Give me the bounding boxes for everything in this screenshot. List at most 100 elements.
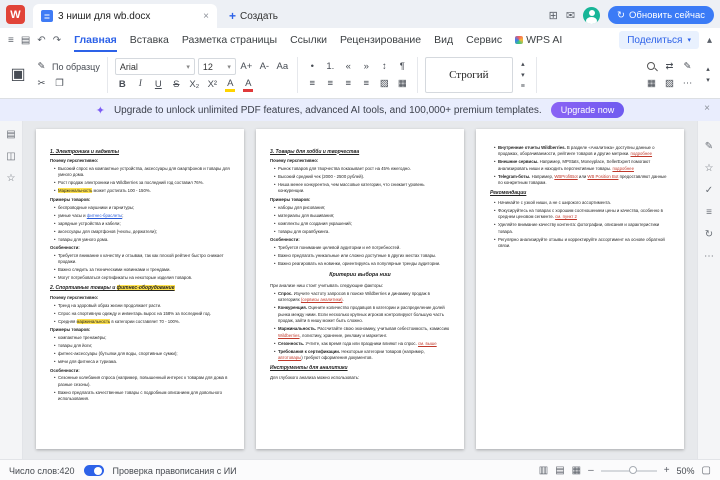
left-sidebar: ▤ ◫ ☆ xyxy=(0,121,23,459)
collapse-ribbon-icon[interactable]: ▴ xyxy=(707,35,712,46)
fullscreen-icon[interactable]: ▢ xyxy=(702,465,711,476)
wps-logo[interactable]: W xyxy=(6,5,25,24)
style-scroll-down-icon[interactable]: ▾ xyxy=(517,70,529,80)
doc-bullet: • Начинайте с узкой ниши, а не с широкого… xyxy=(494,199,611,205)
view-mode-read-icon[interactable]: ▥ xyxy=(539,465,548,476)
edit-mode-icon[interactable]: ✎ xyxy=(680,60,695,74)
fill-icon[interactable]: ▨ xyxy=(662,77,677,91)
align-center-icon[interactable]: ≡ xyxy=(323,77,338,91)
upgrade-now-button[interactable]: Upgrade now xyxy=(550,102,625,118)
undo-icon[interactable]: ↶ xyxy=(37,35,45,46)
font-color-icon[interactable]: A xyxy=(241,78,256,92)
bullet-marker: • xyxy=(494,236,496,242)
replace-icon[interactable]: ⇄ xyxy=(662,60,677,74)
ribbon-toolbar: ▣ ✎ По образцу ✂ ❐ Arial ▾ 12 ▾ A+ A- Aa… xyxy=(0,52,720,99)
subscript-icon[interactable]: X₂ xyxy=(187,78,202,92)
bold-icon[interactable]: B xyxy=(115,78,130,92)
document-tab-title: 3 ниши для wb.docx xyxy=(58,10,151,22)
toolbar-scroll-up-icon[interactable]: ▴ xyxy=(702,65,714,75)
zoom-level[interactable]: 50% xyxy=(677,466,695,476)
line-spacing-icon[interactable]: ↕ xyxy=(377,60,392,74)
borders-icon[interactable]: ▦ xyxy=(395,77,410,91)
format-painter-icon[interactable]: ✎ xyxy=(34,60,49,74)
style-gallery-item[interactable]: Строгий xyxy=(424,57,513,93)
doc-bullet: • мячи для фитнеса и туризма. xyxy=(54,359,118,365)
font-name-select[interactable]: Arial ▾ xyxy=(114,58,195,75)
decrease-indent-icon[interactable]: « xyxy=(341,60,356,74)
font-size-select[interactable]: 12 ▾ xyxy=(197,58,236,75)
grow-font-icon[interactable]: A+ xyxy=(239,60,254,74)
menu-item-6[interactable]: Сервис xyxy=(466,28,502,52)
comment-icon[interactable]: ✎ xyxy=(705,141,713,152)
document-page-3[interactable]: • Внутренние отчеты Wildberries. В раздел… xyxy=(476,129,684,449)
shading-icon[interactable]: ▨ xyxy=(377,77,392,91)
apps-grid-icon[interactable]: ⊞ xyxy=(549,9,558,22)
cut-icon[interactable]: ✂ xyxy=(34,77,49,91)
doc-paragraph: Почему перспективно: xyxy=(50,158,99,164)
zoom-in-icon[interactable]: + xyxy=(664,465,670,476)
superscript-icon[interactable]: X² xyxy=(205,78,220,92)
more-panel-icon[interactable]: ⋯ xyxy=(704,251,714,262)
table-icon[interactable]: ▦ xyxy=(644,77,659,91)
style-more-icon[interactable]: ≡ xyxy=(517,81,529,91)
document-tab[interactable]: ≣ 3 ниши для wb.docx × xyxy=(33,4,217,28)
menu-item-4[interactable]: Рецензирование xyxy=(340,28,421,52)
align-left-icon[interactable]: ≡ xyxy=(305,77,320,91)
upgrade-button[interactable]: ↻ Обновить сейчас xyxy=(608,6,714,24)
zoom-slider-knob[interactable] xyxy=(628,466,637,474)
paste-icon[interactable]: ▣ xyxy=(6,58,30,92)
zoom-slider[interactable] xyxy=(600,466,657,474)
banner-close-icon[interactable]: × xyxy=(704,103,710,114)
document-page-2[interactable]: 3. Товары для хобби и творчества Почему п… xyxy=(256,129,464,449)
numbered-list-icon[interactable]: 1. xyxy=(323,60,338,74)
navigation-icon[interactable]: ≡ xyxy=(706,207,712,218)
find-icon[interactable] xyxy=(644,60,659,74)
new-document-button[interactable]: + Создать xyxy=(229,9,278,23)
word-count[interactable]: Число слов:420 xyxy=(9,466,75,476)
outline-icon[interactable]: ☆ xyxy=(7,173,16,184)
change-case-icon[interactable]: Aa xyxy=(275,60,290,74)
bullet-list-icon[interactable]: • xyxy=(305,60,320,74)
align-right-icon[interactable]: ≡ xyxy=(341,77,356,91)
avatar[interactable] xyxy=(583,6,601,24)
message-icon[interactable]: ✉ xyxy=(566,9,575,22)
menu-item-2[interactable]: Разметка страницы xyxy=(182,28,277,52)
highlight-color-icon[interactable]: A xyxy=(223,78,238,92)
menu-item-3[interactable]: Ссылки xyxy=(290,28,327,52)
menu-item-0[interactable]: Главная xyxy=(74,28,117,52)
spellcheck-toggle[interactable] xyxy=(83,465,104,476)
strikethrough-icon[interactable]: S xyxy=(169,78,184,92)
menu-item-5[interactable]: Вид xyxy=(434,28,453,52)
underline-icon[interactable]: U xyxy=(151,78,166,92)
close-tab-icon[interactable]: × xyxy=(203,11,209,22)
menu-item-1[interactable]: Вставка xyxy=(130,28,169,52)
menu-item-7[interactable]: WPS AI xyxy=(515,28,562,52)
tasks-icon[interactable]: ✓ xyxy=(705,185,713,196)
format-painter-label[interactable]: По образцу xyxy=(52,62,100,72)
increase-indent-icon[interactable]: » xyxy=(359,60,374,74)
bullet-marker: • xyxy=(54,275,56,281)
document-page-1[interactable]: 1. Электроника и гаджеты Почему перспекти… xyxy=(36,129,244,449)
toolbar-scroll-down-icon[interactable]: ▾ xyxy=(702,76,714,86)
copy-icon[interactable]: ❐ xyxy=(52,77,67,91)
style-scroll-up-icon[interactable]: ▴ xyxy=(517,59,529,69)
doc-bullet: • умные часы и фитнес-браслеты; xyxy=(54,212,124,218)
favorites-icon[interactable]: ☆ xyxy=(705,163,714,174)
view-mode-print-icon[interactable]: ▤ xyxy=(555,465,564,476)
zoom-out-icon[interactable]: – xyxy=(588,465,594,476)
main-menu-icon[interactable]: ≡ xyxy=(8,35,14,46)
bookmarks-icon[interactable]: ◫ xyxy=(6,151,15,162)
redo-icon[interactable]: ↷ xyxy=(53,35,61,46)
refresh-icon: ↻ xyxy=(617,9,626,21)
doc-bullet: • зарядные устройства и кабели; xyxy=(54,220,121,226)
italic-icon[interactable]: I xyxy=(133,78,148,92)
save-icon[interactable]: ▤ xyxy=(21,35,30,46)
paragraph-mark-icon[interactable]: ¶ xyxy=(395,60,410,74)
view-mode-web-icon[interactable]: ▦ xyxy=(572,465,581,476)
thumbnails-icon[interactable]: ▤ xyxy=(6,129,15,140)
shrink-font-icon[interactable]: A- xyxy=(257,60,272,74)
share-button[interactable]: Поделиться ▾ xyxy=(619,31,699,49)
justify-icon[interactable]: ≡ xyxy=(359,77,374,91)
more-tools-icon[interactable]: ⋯ xyxy=(680,77,695,91)
history-icon[interactable]: ↻ xyxy=(705,229,713,240)
